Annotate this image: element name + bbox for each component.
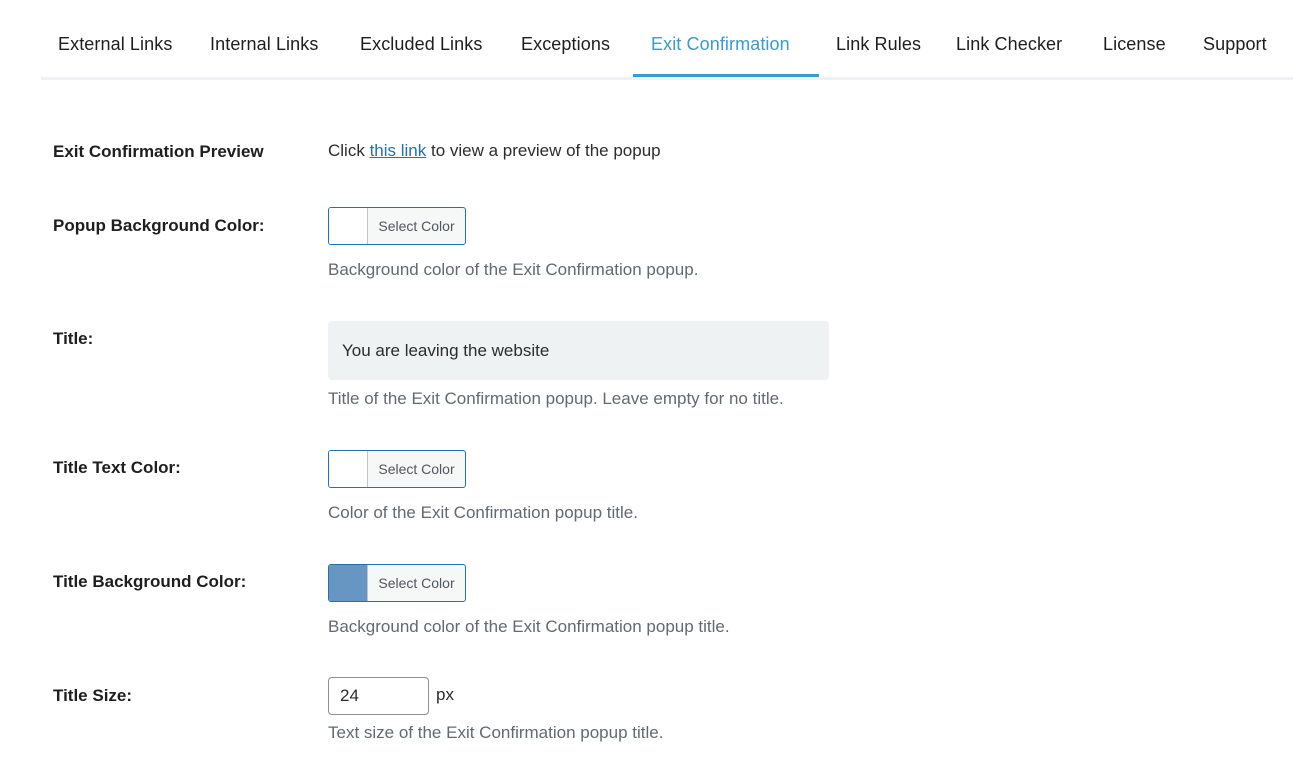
title-description: Title of the Exit Confirmation popup. Le… — [328, 389, 784, 408]
tab-exceptions[interactable]: Exceptions — [521, 34, 610, 55]
title-label: Title: — [53, 329, 94, 348]
preview-label: Exit Confirmation Preview — [53, 142, 264, 161]
tab-exit-confirmation[interactable]: Exit Confirmation — [651, 34, 790, 55]
popup-bg-color-button-label: Select Color — [378, 218, 455, 234]
title-bg-color-description: Background color of the Exit Confirmatio… — [328, 617, 730, 636]
title-input[interactable] — [328, 321, 829, 380]
tab-internal-links[interactable]: Internal Links — [210, 34, 318, 55]
tab-external-links[interactable]: External Links — [58, 34, 172, 55]
tab-support[interactable]: Support — [1203, 34, 1267, 55]
tab-excluded-links[interactable]: Excluded Links — [360, 34, 482, 55]
title-size-label: Title Size: — [53, 686, 133, 705]
active-tab-indicator — [633, 74, 819, 77]
title-size-input[interactable] — [328, 677, 429, 715]
tab-link-rules[interactable]: Link Rules — [836, 34, 921, 55]
popup-bg-color-description: Background color of the Exit Confirmatio… — [328, 260, 699, 279]
title-bg-color-label: Title Background Color: — [53, 572, 247, 591]
popup-bg-color-button[interactable]: Select Color — [328, 207, 466, 245]
title-text-color-label: Title Text Color: — [53, 458, 181, 477]
title-bg-color-button[interactable]: Select Color — [328, 564, 466, 602]
popup-bg-color-swatch — [329, 208, 368, 244]
title-bg-color-swatch — [329, 565, 368, 601]
title-text-color-swatch — [329, 451, 368, 487]
preview-text: Click this link to view a preview of the… — [328, 141, 661, 161]
popup-bg-color-label: Popup Background Color: — [53, 216, 265, 235]
title-text-color-button-label: Select Color — [378, 461, 455, 477]
title-bg-color-button-label: Select Color — [378, 575, 455, 591]
settings-tabs: External Links Internal Links Excluded L… — [41, 0, 1293, 80]
preview-link[interactable]: this link — [370, 141, 427, 160]
title-text-color-button[interactable]: Select Color — [328, 450, 466, 488]
tab-link-checker[interactable]: Link Checker — [956, 34, 1062, 55]
preview-text-after: to view a preview of the popup — [426, 141, 661, 160]
title-size-unit: px — [436, 685, 454, 704]
title-size-description: Text size of the Exit Confirmation popup… — [328, 723, 664, 742]
tab-license[interactable]: License — [1103, 34, 1166, 55]
preview-text-before: Click — [328, 141, 370, 160]
title-text-color-description: Color of the Exit Confirmation popup tit… — [328, 503, 638, 522]
